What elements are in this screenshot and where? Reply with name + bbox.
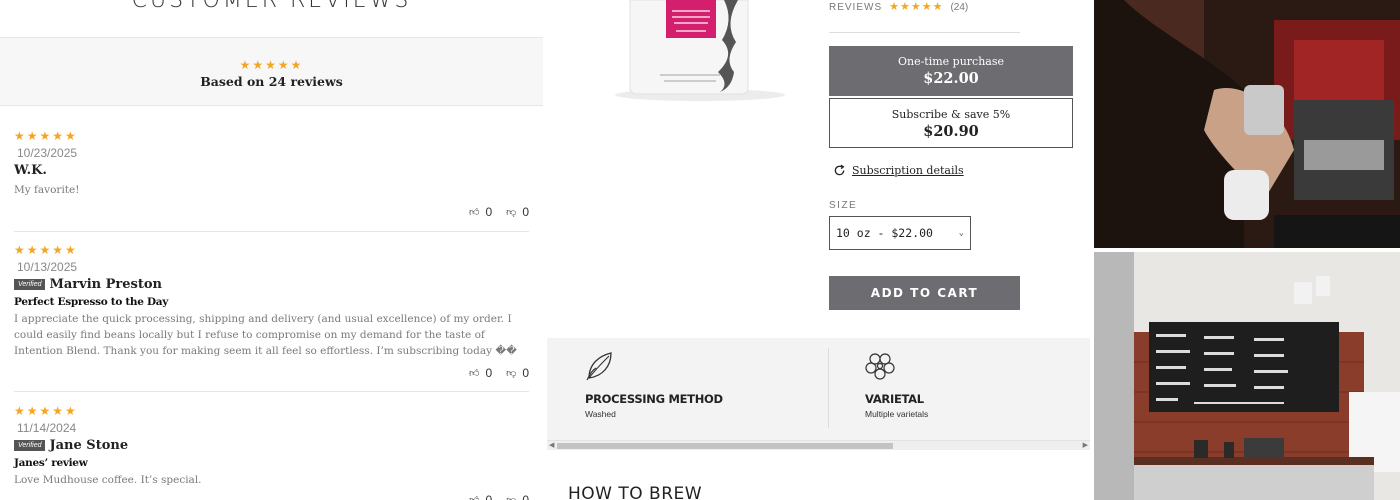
attribute-divider [828,348,829,428]
review-votes: 👍︎ 0 👎︎ 0 [469,205,529,219]
review-body: I appreciate the quick processing, shipp… [14,313,517,357]
attribute-value: Washed [585,409,616,419]
review-author-name: Jane Stone [49,438,129,453]
review-author: Verified Jane Stone [14,438,529,453]
add-to-cart-button[interactable]: ADD TO CART [829,276,1020,310]
product-stars: ★★★★★ [889,1,944,13]
attribute-title: VARIETAL [865,392,924,406]
thumbs-up-icon[interactable]: 👍︎ [469,206,479,218]
option-price: $20.90 [923,123,979,140]
review-votes: 👍︎ 0 👎︎ 0 [469,493,529,500]
product-attributes-panel: PROCESSING METHOD Washed VARIETAL Multip… [547,338,1090,450]
review-stars: ★★★★★ [14,243,78,257]
downvote-count: 0 [522,205,529,219]
option-label: One-time purchase [897,55,1005,68]
review-item: ★★★★★ 10/23/2025 W.K. My favorite! [14,129,529,198]
downvote-count: 0 [522,493,529,500]
attribute-varietal: VARIETAL Multiple varietals [865,350,928,419]
subscription-details-link[interactable]: Subscription details [833,164,964,177]
review-date: 10/13/2025 [17,260,78,274]
option-label: Subscribe & save 5% [891,108,1011,121]
summary-text: Based on 24 reviews [200,74,343,89]
review-title: Janes’ review [14,457,88,469]
review-votes: 👍︎ 0 👎︎ 0 [469,366,529,380]
review-body: My favorite! [14,184,80,196]
thumbs-down-icon[interactable]: 👎︎ [506,206,516,218]
review-item: ★★★★★ 10/13/2025 Verified Marvin Preston… [14,243,529,359]
attribute-processing-method: PROCESSING METHOD Washed [585,350,723,419]
option-one-time-purchase[interactable]: One-time purchase $22.00 [829,46,1073,96]
option-subscribe-save[interactable]: Subscribe & save 5% $20.90 [829,98,1073,148]
barista-photo [1094,0,1400,248]
thumbs-down-icon[interactable]: 👎︎ [506,367,516,379]
size-selected-value: 10 oz - $22.00 [836,226,933,240]
upvote-count: 0 [485,366,493,380]
review-divider [14,391,529,392]
size-select[interactable]: 10 oz - $22.00 ⌄ [829,216,971,250]
upvote-count: 0 [485,205,493,219]
scroll-right-icon[interactable]: ▶ [1083,441,1088,451]
size-label: SIZE [829,200,858,211]
scroll-left-icon[interactable]: ◀ [549,441,554,451]
horizontal-scrollbar[interactable]: ◀ ▶ [547,440,1090,450]
subscription-details-label: Subscription details [852,164,964,177]
thumbs-up-icon[interactable]: 👍︎ [469,494,479,500]
review-author-name: Marvin Preston [49,277,162,292]
attribute-title: PROCESSING METHOD [585,392,723,406]
product-image[interactable] [600,0,800,110]
review-stars: ★★★★★ [14,129,78,143]
thumbs-up-icon[interactable]: 👍︎ [469,367,479,379]
review-divider [14,231,529,232]
review-stars: ★★★★★ [14,404,78,418]
review-body: Love Mudhouse coffee. It’s special. [14,474,202,486]
flower-icon [865,353,895,380]
reviews-summary: ★★★★★ Based on 24 reviews [0,37,543,106]
verified-badge: Verified [14,440,46,451]
leaf-icon [586,352,612,381]
review-date: 11/14/2024 [17,421,77,435]
thumbs-down-icon[interactable]: 👎︎ [506,494,516,500]
option-price: $22.00 [923,70,979,87]
attribute-value: Multiple varietals [865,409,929,419]
upvote-count: 0 [485,493,493,500]
customer-reviews-section: CUSTOMER REVIEWS ★★★★★ Based on 24 revie… [0,0,543,500]
review-author-name: W.K. [14,163,47,178]
cafe-interior-photo [1094,252,1400,500]
review-item: ★★★★★ 11/14/2024 Verified Jane Stone Jan… [14,404,529,488]
chevron-down-icon: ⌄ [958,228,964,238]
review-author: W.K. [14,163,529,178]
downvote-count: 0 [522,366,529,380]
reviews-heading: CUSTOMER REVIEWS [131,0,412,13]
review-count: (24) [950,1,969,13]
review-author: Verified Marvin Preston [14,277,529,292]
review-date: 10/23/2025 [17,146,78,160]
how-to-brew-heading: HOW TO BREW [568,484,703,500]
divider [829,32,1020,33]
product-reviews-summary[interactable]: REVIEWS ★★★★★ (24) [829,0,968,14]
reviews-label: REVIEWS [829,1,883,13]
summary-stars: ★★★★★ [239,58,304,72]
scrollbar-thumb[interactable] [557,443,893,449]
verified-badge: Verified [14,279,46,290]
review-title: Perfect Espresso to the Day [14,296,169,308]
refresh-icon [834,164,845,176]
